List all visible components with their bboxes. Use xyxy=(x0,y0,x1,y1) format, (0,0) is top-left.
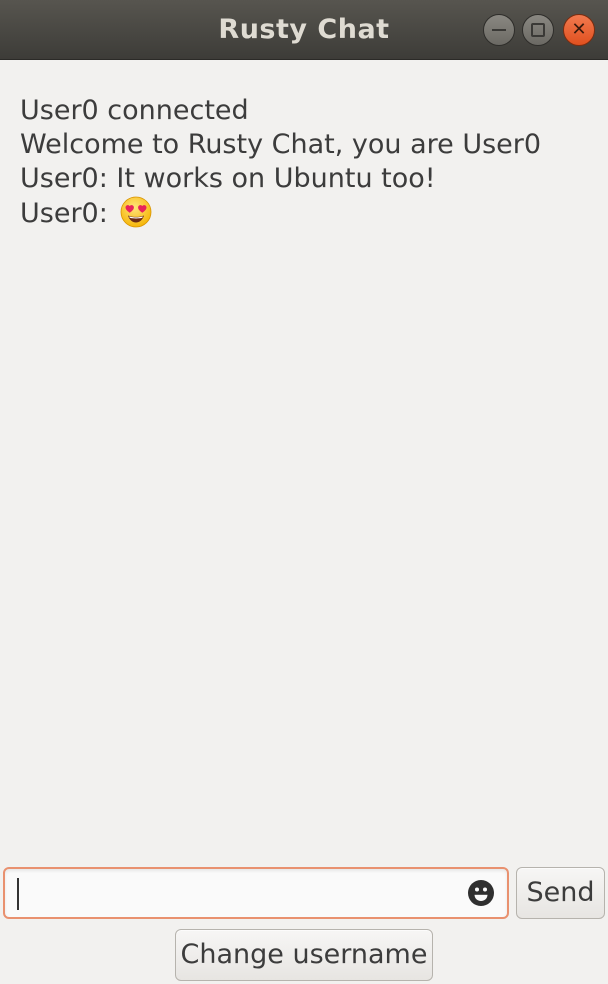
maximize-button[interactable] xyxy=(522,14,554,46)
minimize-icon xyxy=(492,29,506,31)
change-username-button[interactable]: Change username xyxy=(175,929,433,981)
send-button[interactable]: Send xyxy=(516,867,605,919)
message-line: Welcome to Rusty Chat, you are User0 xyxy=(20,128,590,162)
message-text: User0: xyxy=(20,198,108,229)
text-cursor xyxy=(17,878,19,910)
message-line: User0: xyxy=(20,196,590,231)
close-icon: ✕ xyxy=(571,19,587,40)
message-text: User0: It works on Ubuntu too! xyxy=(20,163,436,194)
window-title: Rusty Chat xyxy=(218,14,390,45)
message-line: User0: It works on Ubuntu too! xyxy=(20,162,590,196)
message-log[interactable]: User0 connected Welcome to Rusty Chat, y… xyxy=(20,94,590,844)
maximize-icon xyxy=(531,23,545,37)
message-line: User0 connected xyxy=(20,94,590,128)
close-button[interactable]: ✕ xyxy=(563,14,595,46)
title-bar[interactable]: Rusty Chat ✕ xyxy=(0,0,608,60)
minimize-button[interactable] xyxy=(483,14,515,46)
heart-eyes-emoji xyxy=(121,196,152,228)
message-text: Welcome to Rusty Chat, you are User0 xyxy=(20,129,542,160)
message-input[interactable] xyxy=(13,875,457,913)
message-text: User0 connected xyxy=(20,95,249,126)
chat-window: Rusty Chat ✕ User0 connected Welcome to … xyxy=(0,0,608,984)
message-input-container xyxy=(3,867,509,919)
smiley-icon[interactable] xyxy=(467,879,495,907)
